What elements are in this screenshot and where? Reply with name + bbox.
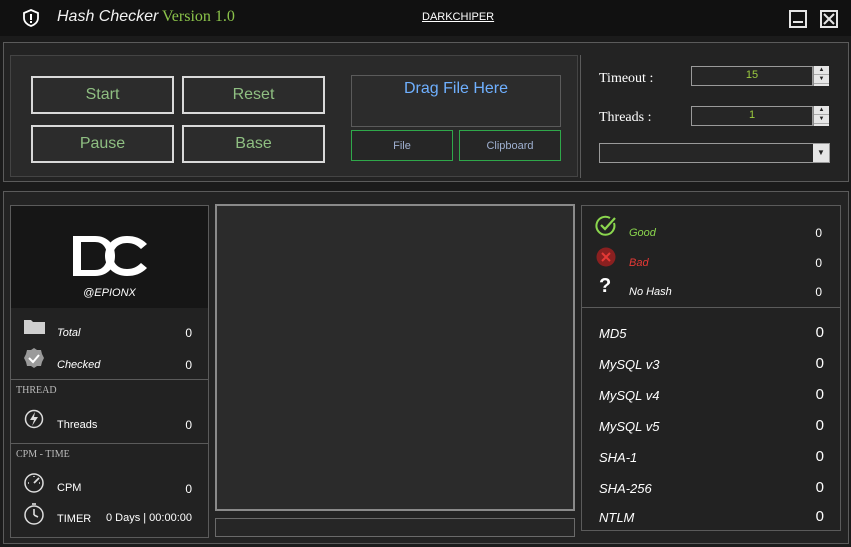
hash-row-mysql-v5: MySQL v5 0 (582, 411, 840, 442)
hash-count: 0 (815, 508, 824, 525)
no-hash-value: 0 (815, 285, 822, 299)
hash-name: NTLM (599, 510, 635, 525)
hash-name: SHA-256 (599, 481, 652, 496)
threads-field[interactable]: 1 (691, 106, 813, 126)
verified-badge-icon (24, 348, 44, 368)
thread-section-title: THREAD (16, 385, 57, 396)
close-icon (823, 13, 835, 25)
timeout-stepper[interactable]: 15 ▲ ▼ (691, 66, 829, 86)
title-bar: Hash Checker Version 1.0 DARKCHIPER (0, 0, 851, 36)
hash-row-md5: MD5 0 (582, 318, 840, 349)
hash-count: 0 (815, 417, 824, 434)
file-button[interactable]: File (351, 130, 453, 161)
divider (582, 307, 840, 308)
question-mark-icon: ? (599, 275, 612, 297)
lightning-icon (24, 409, 44, 429)
folder-icon (24, 320, 45, 334)
threads-label: Threads (57, 419, 98, 431)
hash-row-mysql-v4: MySQL v4 0 (582, 380, 840, 411)
hash-name: MD5 (599, 326, 627, 341)
hash-count: 0 (815, 448, 824, 465)
timeout-spin-buttons[interactable]: ▲ ▼ (813, 66, 829, 86)
hash-row-sha1: SHA-1 0 (582, 442, 840, 473)
no-hash-label: No Hash (629, 286, 672, 298)
cpm-section-title: CPM - TIME (16, 449, 70, 460)
timeout-field[interactable]: 15 (691, 66, 813, 86)
clipboard-button[interactable]: Clipboard (459, 130, 561, 161)
minimize-icon (793, 21, 803, 23)
profile-card: @EPIONX (11, 206, 208, 308)
brand-link[interactable]: DARKCHIPER (422, 11, 494, 23)
threads-value: 0 (185, 418, 192, 432)
bad-label: Bad (629, 257, 649, 269)
spin-down-icon[interactable]: ▼ (814, 115, 829, 124)
hash-name: MySQL v4 (599, 388, 660, 403)
hash-count: 0 (815, 386, 824, 403)
hash-count: 0 (815, 479, 824, 496)
progress-bar (215, 518, 575, 537)
check-circle-icon (595, 215, 616, 236)
timer-icon (24, 503, 44, 525)
hash-row-mysql-v3: MySQL v3 0 (582, 349, 840, 380)
hash-name: SHA-1 (599, 450, 638, 465)
pause-button[interactable]: Pause (31, 125, 174, 163)
good-value: 0 (815, 226, 822, 240)
profile-handle: @EPIONX (83, 287, 136, 299)
timeout-label: Timeout : (599, 71, 654, 86)
total-label: Total (57, 327, 81, 339)
good-label: Good (629, 227, 656, 239)
hash-row-sha256: SHA-256 0 (582, 473, 840, 504)
spin-up-icon[interactable]: ▲ (814, 66, 829, 75)
spin-down-icon[interactable]: ▼ (814, 75, 829, 84)
hash-count: 0 (815, 355, 824, 372)
close-button[interactable] (820, 10, 838, 28)
hash-type-list: MD5 0 MySQL v3 0 MySQL v4 0 MySQL v5 0 S… (582, 318, 840, 530)
drop-zone[interactable]: Drag File Here (351, 75, 561, 127)
dropdown-value (600, 144, 813, 162)
threads-setting-label: Threads : (599, 110, 652, 125)
timer-value: 0 Days | 00:00:00 (105, 512, 192, 524)
timer-label: TIMER (57, 513, 92, 525)
base-button[interactable]: Base (182, 125, 325, 163)
shield-icon (23, 9, 39, 27)
spin-up-icon[interactable]: ▲ (814, 106, 829, 115)
app-title: Hash Checker (57, 8, 159, 25)
checked-label: Checked (57, 359, 101, 371)
hash-count: 0 (815, 324, 824, 341)
divider (11, 379, 208, 380)
checked-value: 0 (185, 358, 192, 372)
speedometer-icon (24, 473, 44, 493)
threads-stepper[interactable]: 1 ▲ ▼ (691, 106, 829, 126)
error-icon (596, 247, 616, 267)
logo-icon (73, 236, 147, 276)
hash-row-ntlm: NTLM 0 (582, 503, 840, 530)
reset-button[interactable]: Reset (182, 76, 325, 114)
app-version: Version 1.0 (162, 8, 235, 25)
start-button[interactable]: Start (31, 76, 174, 114)
threads-spin-buttons[interactable]: ▲ ▼ (813, 106, 829, 126)
panel-divider (580, 55, 581, 178)
minimize-button[interactable] (789, 10, 807, 28)
cpm-value: 0 (185, 482, 192, 496)
bad-value: 0 (815, 256, 822, 270)
total-value: 0 (185, 326, 192, 340)
cpm-label: CPM (57, 482, 82, 494)
hash-name: MySQL v3 (599, 357, 660, 372)
chevron-down-icon[interactable]: ▼ (813, 144, 829, 162)
log-output-area[interactable] (215, 204, 575, 511)
hash-type-dropdown[interactable]: ▼ (599, 143, 830, 163)
divider (11, 443, 208, 444)
hash-name: MySQL v5 (599, 419, 660, 434)
